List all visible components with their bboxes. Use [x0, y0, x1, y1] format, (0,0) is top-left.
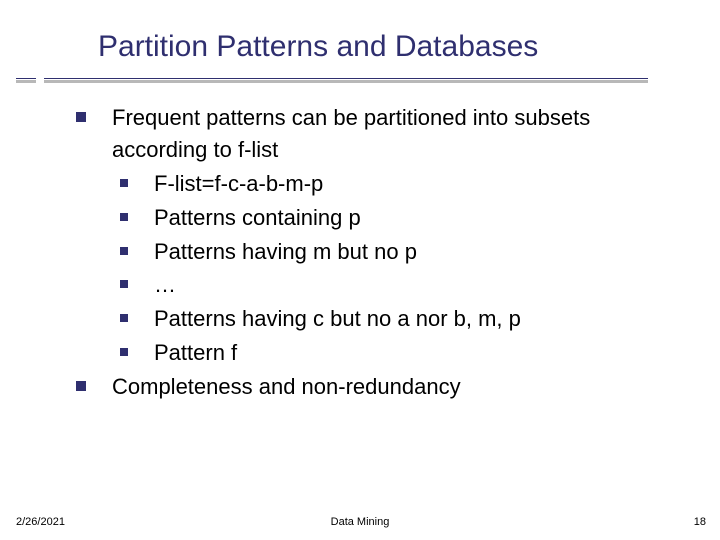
list-item-text: Frequent patterns can be partitioned int… — [112, 105, 590, 162]
list-item: F-list=f-c-a-b-m-p — [114, 168, 680, 200]
list-item-text: Patterns having m but no p — [154, 239, 417, 264]
list-item-text: Pattern f — [154, 340, 237, 365]
list-item: Patterns having c but no a nor b, m, p — [114, 303, 680, 335]
list-item-text: Patterns having c but no a nor b, m, p — [154, 306, 521, 331]
slide-body: Frequent patterns can be partitioned int… — [72, 102, 680, 405]
list-item: Completeness and non-redundancy — [72, 371, 680, 403]
list-item: Frequent patterns can be partitioned int… — [72, 102, 680, 166]
list-item-text: Completeness and non-redundancy — [112, 374, 461, 399]
square-bullet-icon — [120, 348, 128, 356]
footer-center: Data Mining — [0, 516, 720, 528]
list-item-text: F-list=f-c-a-b-m-p — [154, 171, 323, 196]
list-item-text: … — [154, 272, 176, 297]
title-underline — [0, 78, 720, 88]
list-item-text: Patterns containing p — [154, 205, 361, 230]
square-bullet-icon — [120, 213, 128, 221]
square-bullet-icon — [120, 179, 128, 187]
list-item: Patterns containing p — [114, 202, 680, 234]
footer-page-number: 18 — [694, 516, 706, 528]
list-item: Patterns having m but no p — [114, 236, 680, 268]
square-bullet-icon — [120, 314, 128, 322]
list-item: … — [114, 269, 680, 301]
square-bullet-icon — [76, 112, 86, 122]
square-bullet-icon — [76, 381, 86, 391]
list-item: Pattern f — [114, 337, 680, 369]
square-bullet-icon — [120, 247, 128, 255]
square-bullet-icon — [120, 280, 128, 288]
slide-title: Partition Patterns and Databases — [98, 30, 680, 64]
